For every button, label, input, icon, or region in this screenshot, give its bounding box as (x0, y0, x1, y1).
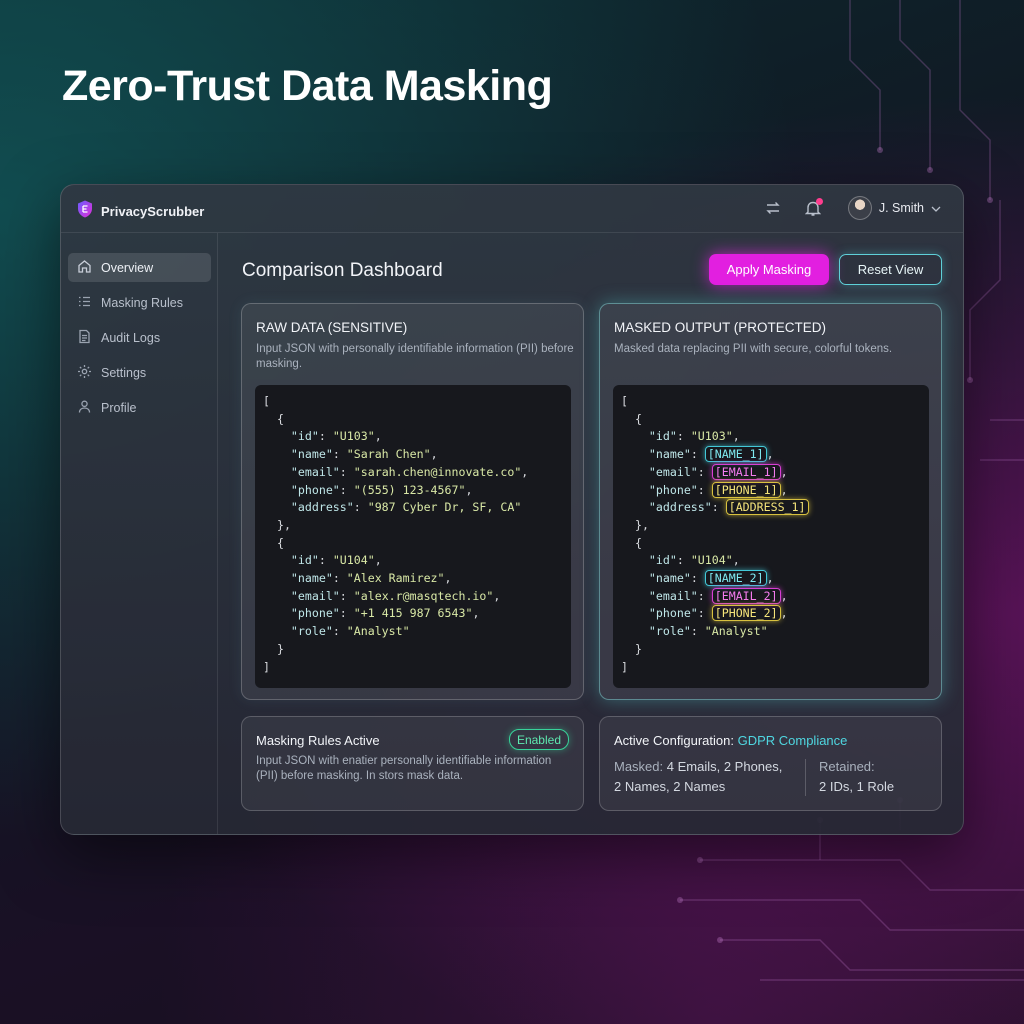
shield-logo-icon (75, 199, 95, 224)
reset-view-button[interactable]: Reset View (839, 254, 942, 285)
card-description: Input JSON with enatier personally ident… (256, 755, 552, 782)
masked-output-panel: MASKED OUTPUT (PROTECTED) Masked data re… (599, 303, 942, 700)
top-actions: J. Smith (762, 196, 941, 220)
top-bar: PrivacyScrubber J. Smith (61, 185, 963, 233)
masking-rules-card: Masking Rules Active Enabled Input JSON … (241, 716, 584, 811)
retained-value: 2 IDs, 1 Role (819, 779, 895, 794)
divider (805, 759, 806, 796)
notification-dot (815, 198, 823, 205)
sidebar-item-label: Profile (101, 400, 137, 415)
masked-role: Analyst (711, 624, 761, 639)
raw-id: U103 (339, 429, 368, 444)
name-token: [NAME_1] (704, 446, 767, 463)
raw-name: Sarah Chen (353, 447, 424, 462)
sidebar-item-overview[interactable]: Overview (68, 253, 211, 282)
raw-email: alex.r@masqtech.io (360, 588, 487, 603)
masked-stat: Masked: 4 Emails, 2 Phones, 2 Names, 2 N… (614, 757, 782, 797)
sidebar-item-audit-logs[interactable]: Audit Logs (68, 323, 211, 352)
panel-description: Input JSON with personally identifiable … (256, 343, 574, 370)
page-headline: Zero-Trust Data Masking (62, 62, 553, 110)
active-configuration-card: Active Configuration: GDPR Compliance Ma… (599, 716, 942, 811)
raw-address: 987 Cyber Dr, SF, CA (374, 500, 515, 515)
user-name: J. Smith (878, 201, 924, 215)
panel-title: RAW DATA (SENSITIVE) (256, 320, 408, 335)
main-content: Comparison Dashboard Apply Masking Reset… (218, 233, 963, 834)
card-title: Active Configuration: GDPR Compliance (614, 733, 847, 748)
sidebar-item-label: Masking Rules (101, 295, 183, 310)
status-badge[interactable]: Enabled (508, 729, 569, 750)
gear-icon (77, 364, 92, 382)
config-title-value: GDPR Compliance (737, 733, 848, 748)
masked-id: U104 (697, 553, 726, 568)
masked-line1: 4 Emails, 2 Phones, (666, 759, 783, 774)
retained-stat: Retained: 2 IDs, 1 Role (819, 757, 894, 797)
brand-name: PrivacyScrubber (101, 204, 205, 219)
panel-title: MASKED OUTPUT (PROTECTED) (614, 320, 827, 335)
sidebar-item-settings[interactable]: Settings (68, 358, 211, 387)
masked-json-code[interactable]: [ { "id": "U103", "name": [NAME_1], "ema… (613, 385, 929, 688)
sidebar-item-masking-rules[interactable]: Masking Rules (68, 288, 211, 317)
raw-json-code[interactable]: [ { "id": "U103", "name": "Sarah Chen", … (255, 385, 571, 688)
sidebar-item-profile[interactable]: Profile (68, 393, 211, 422)
retained-label: Retained: (819, 759, 875, 774)
chevron-down-icon (931, 199, 941, 217)
address-token: [ADDRESS_1] (725, 499, 809, 516)
masked-id: U103 (697, 429, 726, 444)
notification-bell-icon[interactable] (802, 197, 824, 219)
raw-id: U104 (339, 553, 368, 568)
config-title-prefix: Active Configuration: (614, 733, 734, 748)
email-token: [EMAIL_1] (711, 463, 781, 480)
raw-phone: (555) 123-4567 (360, 482, 459, 497)
phone-token: [PHONE_1] (711, 481, 781, 498)
user-menu[interactable]: J. Smith (847, 196, 941, 220)
avatar (847, 196, 872, 220)
brand[interactable]: PrivacyScrubber (75, 199, 204, 224)
raw-name: Alex Ramirez (353, 571, 438, 586)
raw-role: Analyst (353, 624, 403, 639)
name-token: [NAME_2] (704, 570, 767, 587)
list-icon (77, 294, 92, 312)
raw-email: sarah.chen@innovate.co (360, 464, 515, 479)
raw-data-panel: RAW DATA (SENSITIVE) Input JSON with per… (241, 303, 584, 700)
sidebar-nav: Overview Masking Rules Audit Logs Settin… (61, 233, 217, 422)
app-window: PrivacyScrubber J. Smith Overview Maskin… (60, 184, 964, 835)
user-icon (77, 399, 92, 417)
card-title: Masking Rules Active (256, 733, 380, 748)
sidebar-item-label: Settings (101, 365, 147, 380)
phone-token: [PHONE_2] (711, 605, 781, 622)
home-icon (77, 259, 92, 277)
apply-masking-button[interactable]: Apply Masking (709, 254, 829, 285)
masked-line2: 2 Names, 2 Names (614, 779, 726, 794)
document-icon (77, 329, 92, 347)
panel-description: Masked data replacing PII with secure, c… (614, 343, 893, 355)
sidebar-item-label: Audit Logs (101, 330, 161, 345)
sidebar-item-label: Overview (101, 260, 154, 275)
masked-label: Masked: (614, 759, 664, 774)
transfer-icon[interactable] (762, 197, 784, 219)
email-token: [EMAIL_2] (711, 587, 781, 604)
raw-phone: +1 415 987 6543 (360, 606, 466, 621)
sidebar: Overview Masking Rules Audit Logs Settin… (61, 233, 218, 834)
page-title: Comparison Dashboard (242, 260, 443, 281)
